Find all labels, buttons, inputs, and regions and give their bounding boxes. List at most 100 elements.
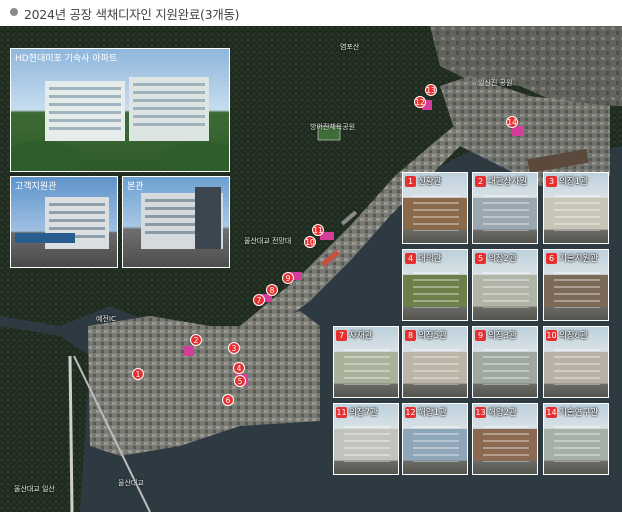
marker-12[interactable]: 12 xyxy=(414,96,426,108)
marker-14[interactable]: 14 xyxy=(506,116,518,128)
building-tile-label: 8 의장5관 xyxy=(405,329,447,341)
marker-13[interactable]: 13 xyxy=(425,84,437,96)
inset-hq: 본관 xyxy=(122,176,230,268)
building-name: 의장7관 xyxy=(349,408,378,418)
building-number-badge: 2 xyxy=(475,175,486,187)
inset-customer: 고객지원관 xyxy=(10,176,118,268)
building-name: 신황관 xyxy=(418,177,442,187)
building-name: 대관상사원 xyxy=(488,177,528,187)
building-tile-label: 7 자재관 xyxy=(336,329,372,341)
marker-9[interactable]: 9 xyxy=(282,272,294,284)
building-name: 의장1관 xyxy=(559,177,588,187)
marker-2[interactable]: 2 xyxy=(190,334,202,346)
building-photo xyxy=(483,349,529,385)
building-name: 해양1관 xyxy=(418,408,447,418)
building-tile-7[interactable]: 7 자재관 xyxy=(333,326,399,398)
building-tile-4[interactable]: 4 대의관 xyxy=(402,249,468,321)
marker-11[interactable]: 11 xyxy=(312,224,324,236)
building-tile-label: 5 의장2관 xyxy=(475,252,517,264)
building-number-badge: 7 xyxy=(336,329,347,341)
building-name: 기술지원관 xyxy=(559,254,599,264)
building-tile-6[interactable]: 6 기술지원관 xyxy=(543,249,609,321)
building-tile-1[interactable]: 1 신황관 xyxy=(402,172,468,244)
marker-10[interactable]: 10 xyxy=(304,236,316,248)
map-label-bridge: 울산대교 xyxy=(118,479,144,487)
building-tile-label: 4 대의관 xyxy=(405,252,441,264)
building-tile-label: 10 의장6관 xyxy=(546,329,588,341)
building-tile-9[interactable]: 9 의장3관 xyxy=(472,326,538,398)
aerial-map: 방어진체육공원 일산진 공원 울산대교 전망대 울산대교 염포산 예전IC 울산… xyxy=(0,26,622,512)
building-tile-label: 14 기술연구관 xyxy=(546,406,598,418)
marker-5[interactable]: 5 xyxy=(234,375,246,387)
building-number-badge: 12 xyxy=(405,406,416,418)
map-label-bridge-top: 울산대교 전망대 xyxy=(244,237,292,245)
map-label-road: 예전IC xyxy=(96,315,116,323)
map-label-tunnel: 울산대교 일산 xyxy=(14,485,55,493)
map-label-hill: 일산진 공원 xyxy=(478,79,513,87)
building-photo xyxy=(483,195,529,231)
building-name: 의장6관 xyxy=(559,331,588,341)
building-photo xyxy=(413,349,459,385)
building-name: 자재관 xyxy=(349,331,373,341)
inset-customer-label: 고객지원관 xyxy=(15,182,57,192)
building-number-badge: 14 xyxy=(546,406,557,418)
building-name: 의장5관 xyxy=(418,331,447,341)
dormitory-building-image xyxy=(11,77,229,171)
inset-hq-label: 본관 xyxy=(127,182,144,192)
building-photo xyxy=(554,195,600,231)
building-photo xyxy=(554,426,600,462)
building-number-badge: 6 xyxy=(546,252,557,264)
building-tile-label: 6 기술지원관 xyxy=(546,252,598,264)
page: 2024년 공장 색채디자인 지원완료(3개동) 방어진체육공원 일산진 공원 … xyxy=(0,0,622,512)
building-photo xyxy=(554,272,600,308)
building-number-badge: 3 xyxy=(546,175,557,187)
page-title: 2024년 공장 색채디자인 지원완료(3개동) xyxy=(24,7,240,22)
marker-6[interactable]: 6 xyxy=(222,394,234,406)
building-tile-label: 9 의장3관 xyxy=(475,329,517,341)
building-tile-3[interactable]: 3 의장1관 xyxy=(543,172,609,244)
building-number-badge: 13 xyxy=(475,406,486,418)
building-tile-label: 3 의장1관 xyxy=(546,175,588,187)
building-number-badge: 10 xyxy=(546,329,557,341)
building-tile-label: 2 대관상사원 xyxy=(475,175,527,187)
building-number-badge: 5 xyxy=(475,252,486,264)
building-number-badge: 1 xyxy=(405,175,416,187)
inset-dormitory-label: HD현대미포 기숙사 아파트 xyxy=(15,54,118,64)
marker-8[interactable]: 8 xyxy=(266,284,278,296)
building-tile-2[interactable]: 2 대관상사원 xyxy=(472,172,538,244)
building-photo xyxy=(344,349,390,385)
building-name: 의장3관 xyxy=(488,331,517,341)
building-tile-label: 13 해양2관 xyxy=(475,406,517,418)
map-label-park: 방어진체육공원 xyxy=(310,123,356,131)
building-number-badge: 9 xyxy=(475,329,486,341)
building-tile-label: 12 해양1관 xyxy=(405,406,447,418)
marker-7[interactable]: 7 xyxy=(253,294,265,306)
marker-3[interactable]: 3 xyxy=(228,342,240,354)
building-number-badge: 4 xyxy=(405,252,416,264)
building-tile-13[interactable]: 13 해양2관 xyxy=(472,403,538,475)
marker-1[interactable]: 1 xyxy=(132,368,144,380)
building-tile-5[interactable]: 5 의장2관 xyxy=(472,249,538,321)
building-tile-10[interactable]: 10 의장6관 xyxy=(543,326,609,398)
building-tile-label: 11 의장7관 xyxy=(336,406,378,418)
building-number-badge: 11 xyxy=(336,406,347,418)
building-photo xyxy=(483,426,529,462)
building-tile-8[interactable]: 8 의장5관 xyxy=(402,326,468,398)
building-photo xyxy=(554,349,600,385)
map-label-yeomp: 염포산 xyxy=(340,43,360,51)
building-name: 기술연구관 xyxy=(559,408,599,418)
building-photo xyxy=(413,426,459,462)
building-photo xyxy=(344,426,390,462)
building-tile-14[interactable]: 14 기술연구관 xyxy=(543,403,609,475)
bullet-icon xyxy=(10,8,18,16)
header: 2024년 공장 색채디자인 지원완료(3개동) xyxy=(0,0,622,26)
building-photo xyxy=(413,195,459,231)
building-tile-label: 1 신황관 xyxy=(405,175,441,187)
building-tile-12[interactable]: 12 해양1관 xyxy=(402,403,468,475)
marker-4[interactable]: 4 xyxy=(233,362,245,374)
building-photo xyxy=(483,272,529,308)
building-photo xyxy=(413,272,459,308)
building-number-badge: 8 xyxy=(405,329,416,341)
building-name: 해양2관 xyxy=(488,408,517,418)
building-tile-11[interactable]: 11 의장7관 xyxy=(333,403,399,475)
